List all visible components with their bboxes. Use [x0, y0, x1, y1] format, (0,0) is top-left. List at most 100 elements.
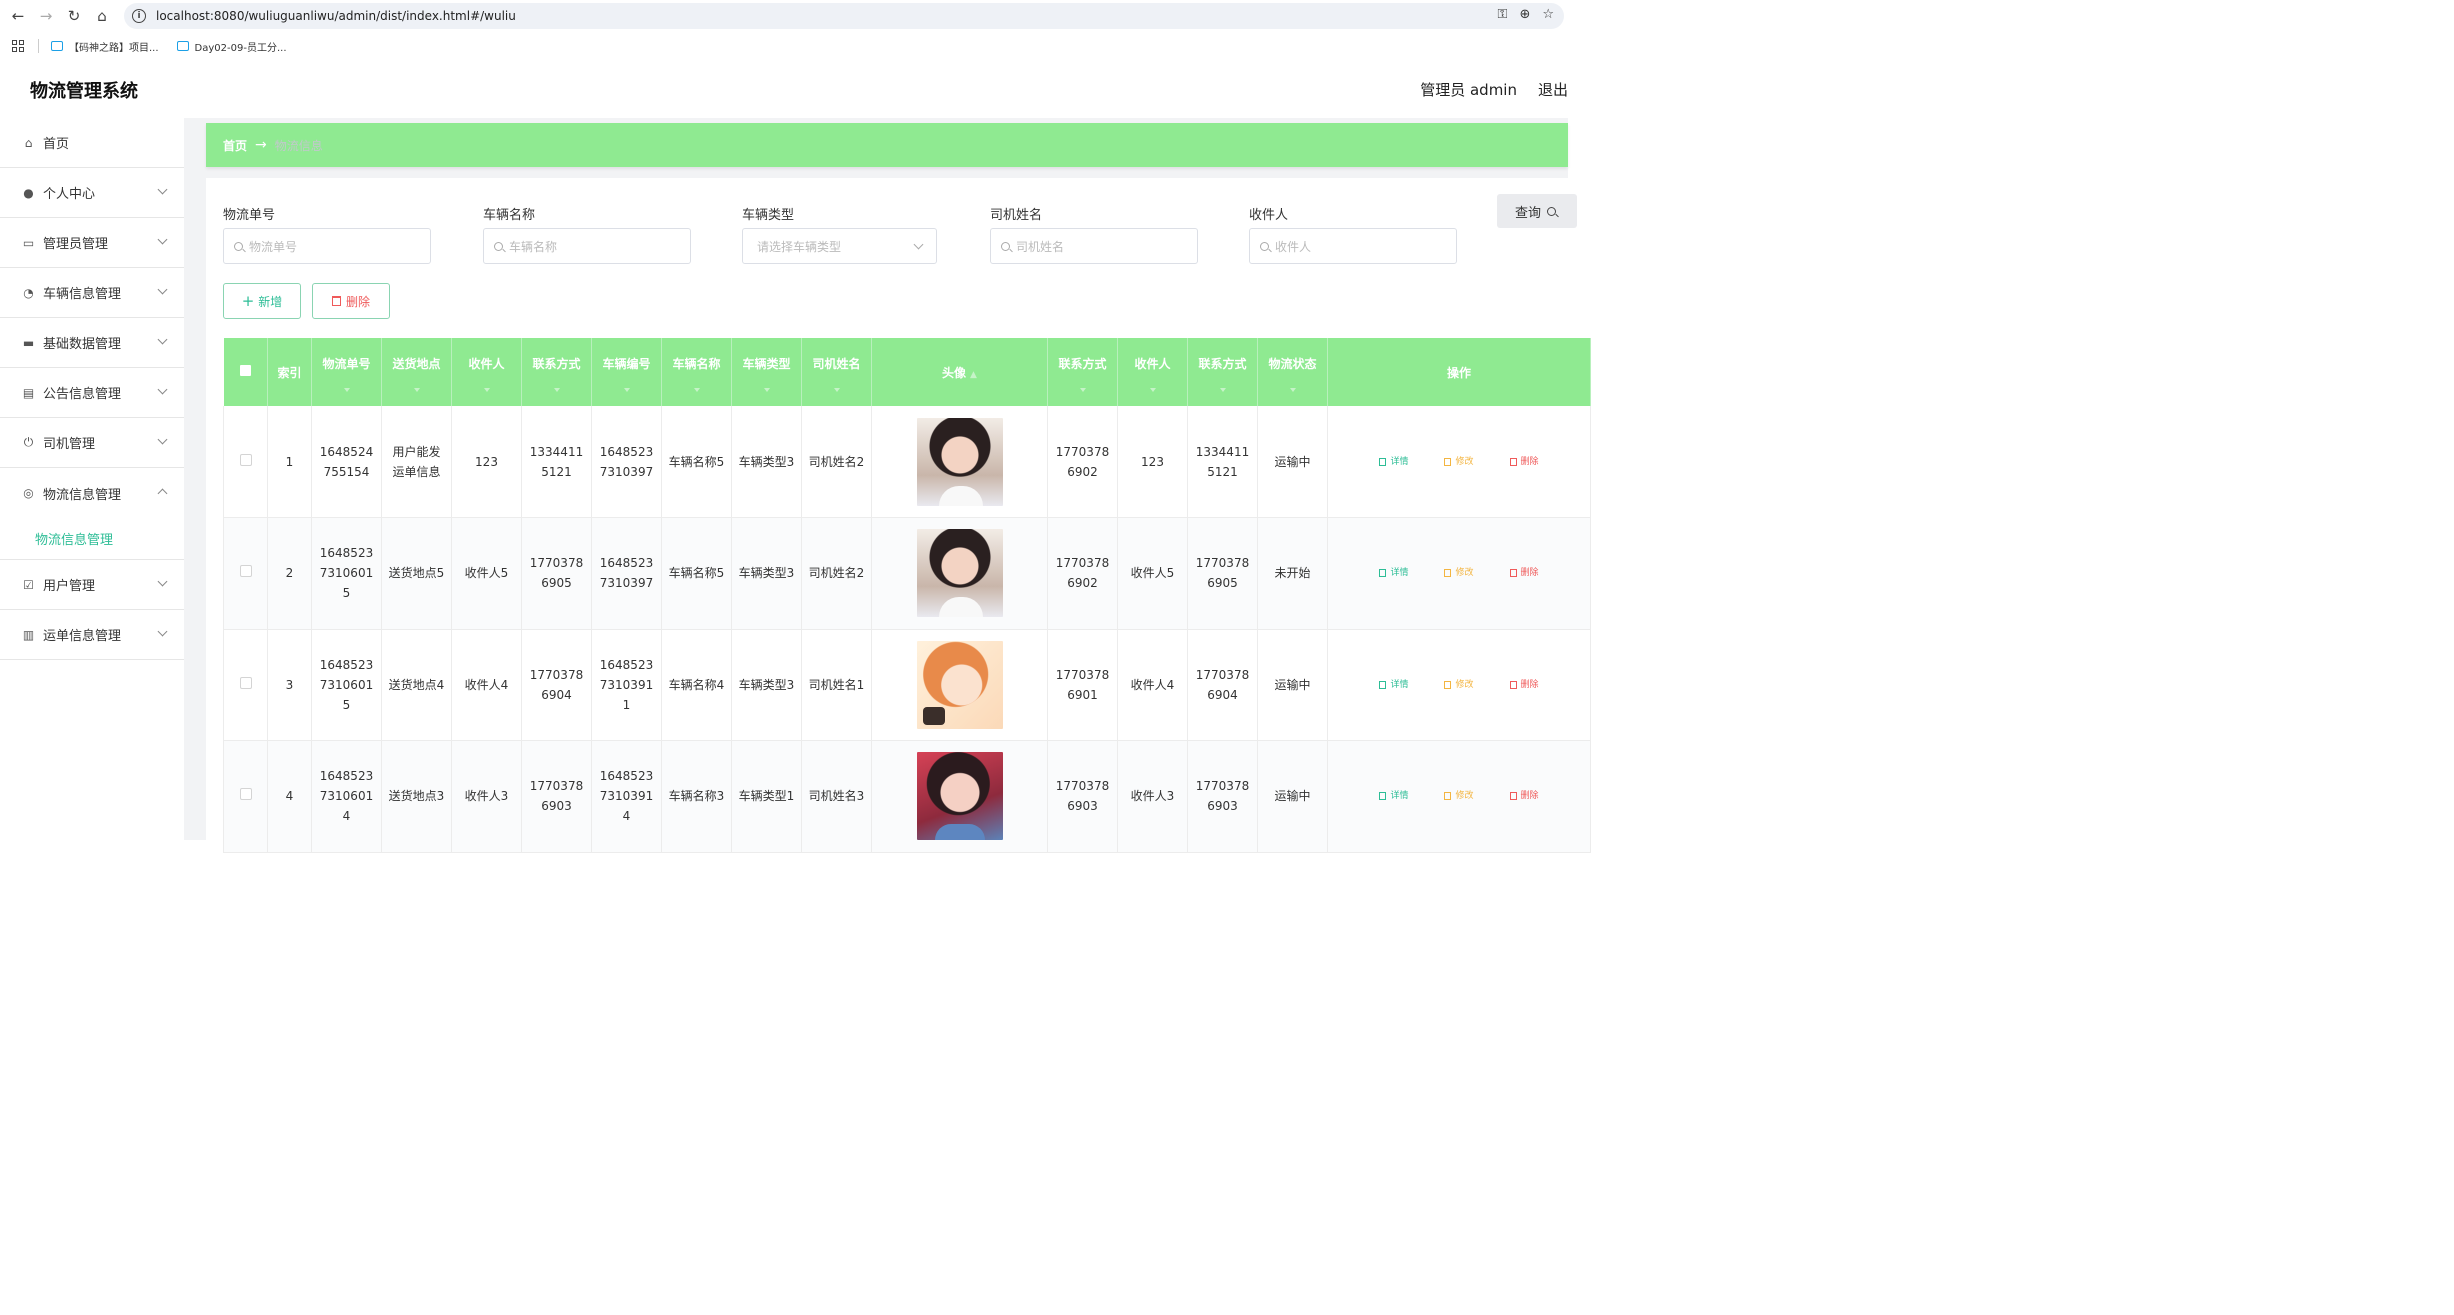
back-icon[interactable]: ← — [4, 2, 32, 30]
sidebar-item-admins[interactable]: ▭ 管理员管理 — [0, 218, 184, 268]
remove-button[interactable]: 删除 — [1504, 448, 1545, 476]
sidebar-item-base-data[interactable]: ▬ 基础数据管理 — [0, 318, 184, 368]
edit-button[interactable]: 修改 — [1438, 559, 1479, 587]
sidebar-item-profile[interactable]: ● 个人中心 — [0, 168, 184, 218]
sidebar-item-drivers[interactable]: ⏻ 司机管理 — [0, 418, 184, 468]
chevron-down-icon — [157, 434, 168, 445]
message-icon: ▬ — [22, 335, 35, 350]
remove-button[interactable]: 删除 — [1504, 782, 1545, 810]
checkbox[interactable] — [239, 453, 252, 466]
phone-cell: 17703786905 — [521, 517, 592, 630]
add-button[interactable]: + 新增 — [223, 283, 301, 319]
receiver-cell: 123 — [451, 406, 522, 518]
forward-icon[interactable]: → — [32, 2, 60, 30]
sort-icon[interactable] — [553, 388, 560, 392]
row-checkbox-cell[interactable] — [223, 629, 268, 741]
key-icon[interactable]: ⚿ — [1498, 7, 1508, 22]
home-page-icon[interactable]: ⌂ — [88, 2, 116, 30]
select-placeholder: 请选择车辆类型 — [757, 239, 842, 254]
row-checkbox-cell[interactable] — [223, 406, 268, 518]
edit-button[interactable]: 修改 — [1438, 671, 1479, 699]
star-icon[interactable]: ☆ — [1542, 7, 1554, 22]
avatar-image — [916, 752, 1003, 841]
sort-icon[interactable] — [1289, 388, 1296, 392]
delete-button[interactable]: 删除 — [312, 283, 390, 319]
sidebar-item-users[interactable]: ☑ 用户管理 — [0, 560, 184, 610]
sort-icon[interactable] — [623, 388, 630, 392]
detail-button[interactable]: 详情 — [1373, 671, 1414, 699]
apps-grid-icon[interactable] — [12, 40, 24, 52]
sort-icon[interactable] — [343, 388, 350, 392]
sort-icon[interactable] — [1219, 388, 1226, 392]
column-header[interactable]: 车辆编号 — [591, 338, 662, 406]
tv-icon — [51, 41, 63, 51]
vehicle-no-cell: 16485237310397 — [591, 517, 662, 630]
zoom-icon[interactable]: ⊕ — [1519, 7, 1530, 22]
bookmark-item[interactable]: Day02-09-员工分... — [176, 39, 287, 54]
column-header[interactable]: 收件人 — [451, 338, 522, 406]
breadcrumb-home[interactable]: 首页 — [223, 137, 247, 154]
sidebar-item-logistics[interactable]: ◎ 物流信息管理 — [0, 468, 184, 518]
column-header[interactable]: 联系方式 — [1187, 338, 1258, 406]
remove-button[interactable]: 删除 — [1504, 559, 1545, 587]
checkbox[interactable] — [239, 788, 252, 801]
row-checkbox-cell[interactable] — [223, 517, 268, 630]
sidebar-item-notices[interactable]: ▤ 公告信息管理 — [0, 368, 184, 418]
logout-link[interactable]: 退出 — [1538, 79, 1568, 100]
add-label: 新增 — [258, 294, 283, 309]
sort-icon[interactable]: ▲ — [970, 370, 977, 380]
column-header[interactable]: 收件人 — [1117, 338, 1188, 406]
sort-icon[interactable] — [1079, 388, 1086, 392]
column-header[interactable]: 司机姓名 — [801, 338, 872, 406]
current-user: 管理员 admin — [1420, 81, 1517, 99]
query-button[interactable]: 查询 — [1497, 194, 1577, 228]
phone-cell: 17703786904 — [1187, 629, 1258, 741]
column-header[interactable]: 车辆名称 — [661, 338, 732, 406]
checkbox[interactable] — [239, 676, 252, 689]
column-header[interactable]: 物流状态 — [1257, 338, 1328, 406]
sort-icon[interactable] — [693, 388, 700, 392]
sidebar-item-home[interactable]: ⌂ 首页 — [0, 118, 184, 168]
site-info-icon[interactable]: i — [132, 9, 146, 23]
column-header[interactable]: 联系方式 — [521, 338, 592, 406]
sort-icon[interactable] — [1149, 388, 1156, 392]
search-icon — [494, 241, 503, 251]
sidebar-item-vehicles[interactable]: ◔ 车辆信息管理 — [0, 268, 184, 318]
table-row: 2 164852373106015 送货地点5 收件人5 17703786905… — [223, 517, 1591, 630]
sidebar-subitem-logistics[interactable]: 物流信息管理 — [0, 518, 184, 560]
address-cell: 送货地点4 — [381, 629, 452, 741]
column-header[interactable]: 联系方式 — [1047, 338, 1118, 406]
order-no-input[interactable]: 物流单号 — [223, 228, 431, 264]
driver-name-input[interactable]: 司机姓名 — [990, 228, 1198, 264]
sort-icon[interactable] — [833, 388, 840, 392]
sort-icon[interactable] — [413, 388, 420, 392]
sort-icon[interactable] — [763, 388, 770, 392]
checkbox[interactable] — [239, 565, 252, 578]
remove-button[interactable]: 删除 — [1504, 671, 1545, 699]
edit-button[interactable]: 修改 — [1438, 782, 1479, 810]
select-all-checkbox[interactable] — [223, 338, 268, 406]
receiver-cell: 收件人4 — [451, 629, 522, 741]
row-checkbox-cell[interactable] — [223, 740, 268, 853]
checkbox[interactable] — [239, 365, 251, 376]
detail-button[interactable]: 详情 — [1373, 782, 1414, 810]
column-header[interactable]: 送货地点 — [381, 338, 452, 406]
bookmark-item[interactable]: 【码神之路】项目... — [51, 39, 159, 54]
detail-button[interactable]: 详情 — [1373, 448, 1414, 476]
column-header[interactable]: 车辆类型 — [731, 338, 802, 406]
phone-cell: 17703786905 — [1187, 517, 1258, 630]
column-header[interactable]: 物流单号 — [311, 338, 382, 406]
chevron-down-icon — [157, 234, 168, 245]
address-bar[interactable]: i localhost:8080/wuliuguanliwu/admin/dis… — [124, 3, 1564, 29]
sort-icon[interactable] — [483, 388, 490, 392]
edit-button[interactable]: 修改 — [1438, 448, 1479, 476]
sidebar-item-label: 基础数据管理 — [43, 337, 122, 352]
vehicle-type-select[interactable]: 请选择车辆类型 — [742, 228, 937, 264]
sidebar-item-waybills[interactable]: ▥ 运单信息管理 — [0, 610, 184, 660]
column-header[interactable]: 头像 ▲ — [871, 338, 1048, 406]
reload-icon[interactable]: ↻ — [60, 2, 88, 30]
receiver-input[interactable]: 收件人 — [1249, 228, 1457, 264]
vehicle-name-input[interactable]: 车辆名称 — [483, 228, 691, 264]
status-cell: 未开始 — [1257, 517, 1328, 630]
detail-button[interactable]: 详情 — [1373, 559, 1414, 587]
